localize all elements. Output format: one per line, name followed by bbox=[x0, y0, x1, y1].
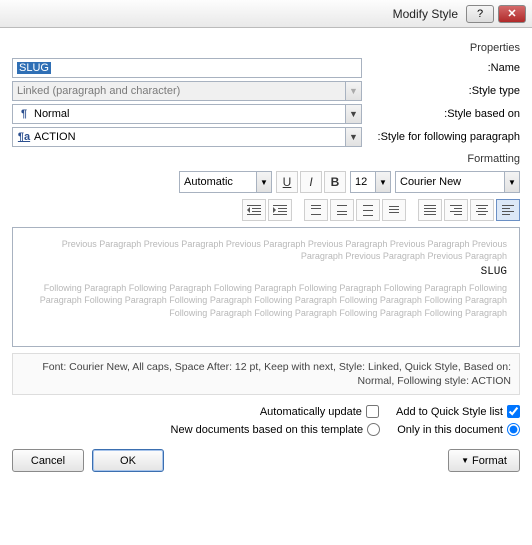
font-size-combo[interactable]: 12 ▼ bbox=[350, 171, 391, 193]
add-quick-style-checkbox[interactable]: Add to Quick Style list bbox=[396, 405, 520, 418]
font-size-value: 12 bbox=[350, 171, 376, 193]
font-name-dropdown[interactable]: ▼ bbox=[505, 171, 520, 193]
following-combo[interactable]: ¶aACTION ▼ bbox=[12, 127, 362, 147]
line-spacing-tight-button[interactable] bbox=[382, 199, 406, 221]
name-input[interactable]: SLUG bbox=[12, 58, 362, 78]
based-on-value: Normal bbox=[34, 108, 69, 120]
style-type-value: Linked (paragraph and character) bbox=[12, 81, 345, 101]
auto-update-checkbox[interactable]: Automatically update bbox=[260, 405, 379, 418]
preview-previous-text: Previous Paragraph Previous Paragraph Pr… bbox=[25, 238, 507, 262]
indent-increase-button[interactable] bbox=[268, 199, 292, 221]
close-button[interactable]: ✕ bbox=[498, 5, 526, 23]
font-color-dropdown[interactable]: ▼ bbox=[257, 171, 272, 193]
dialog-content: Properties Name: SLUG Style type: Linked… bbox=[0, 28, 532, 545]
ok-button[interactable]: OK bbox=[92, 449, 164, 472]
based-on-combo[interactable]: ¶Normal ▼ bbox=[12, 104, 362, 124]
preview-pane: Previous Paragraph Previous Paragraph Pr… bbox=[12, 227, 520, 347]
bold-button[interactable]: B bbox=[324, 171, 346, 193]
font-name-value: Courier New bbox=[395, 171, 505, 193]
paragraph-link-icon: ¶a bbox=[17, 131, 31, 143]
format-button[interactable]: Format▼ bbox=[448, 449, 520, 472]
titlebar: ✕ ? Modify Style bbox=[0, 0, 532, 28]
name-value: SLUG bbox=[17, 62, 51, 74]
window-title: Modify Style bbox=[6, 7, 462, 21]
spacing-after-button[interactable] bbox=[304, 199, 328, 221]
only-this-document-radio[interactable]: Only in this document bbox=[397, 423, 520, 436]
following-value: ACTION bbox=[34, 131, 76, 143]
cancel-button[interactable]: Cancel bbox=[12, 449, 84, 472]
paragraph-icon: ¶ bbox=[17, 108, 31, 120]
following-label: Style for following paragraph: bbox=[370, 131, 520, 143]
font-name-combo[interactable]: Courier New ▼ bbox=[395, 171, 520, 193]
name-label: Name: bbox=[370, 62, 520, 74]
paragraph-toolbar bbox=[12, 199, 520, 221]
line-spacing-loose-button[interactable] bbox=[356, 199, 380, 221]
font-color-combo[interactable]: Automatic ▼ bbox=[179, 171, 272, 193]
properties-heading: Properties bbox=[12, 42, 520, 54]
formatting-heading: Formatting bbox=[12, 153, 520, 165]
align-justify-button[interactable] bbox=[418, 199, 442, 221]
preview-following-text: Following Paragraph Following Paragraph … bbox=[25, 282, 507, 318]
based-on-label: Style based on: bbox=[370, 108, 520, 120]
indent-decrease-button[interactable] bbox=[242, 199, 266, 221]
font-size-dropdown[interactable]: ▼ bbox=[376, 171, 391, 193]
following-dropdown[interactable]: ▼ bbox=[345, 127, 362, 147]
align-left-button[interactable] bbox=[496, 199, 520, 221]
font-color-value: Automatic bbox=[179, 171, 257, 193]
underline-button[interactable]: U bbox=[276, 171, 298, 193]
style-description: Font: Courier New, All caps, Space After… bbox=[12, 353, 520, 395]
align-right-button[interactable] bbox=[444, 199, 468, 221]
font-toolbar: Automatic ▼ U I B 12 ▼ Courier New ▼ bbox=[12, 171, 520, 193]
dialog-footer: Format▼ OK Cancel bbox=[12, 449, 520, 472]
chevron-down-icon: ▼ bbox=[461, 456, 469, 465]
style-type-label: Style type: bbox=[370, 85, 520, 97]
preview-sample-text: SLUG bbox=[25, 262, 507, 282]
style-type-dropdown: ▼ bbox=[345, 81, 362, 101]
style-type-combo: Linked (paragraph and character) ▼ bbox=[12, 81, 362, 101]
italic-button[interactable]: I bbox=[300, 171, 322, 193]
spacing-before-button[interactable] bbox=[330, 199, 354, 221]
based-on-dropdown[interactable]: ▼ bbox=[345, 104, 362, 124]
help-button[interactable]: ? bbox=[466, 5, 494, 23]
align-center-button[interactable] bbox=[470, 199, 494, 221]
new-documents-radio[interactable]: New documents based on this template bbox=[171, 423, 381, 436]
